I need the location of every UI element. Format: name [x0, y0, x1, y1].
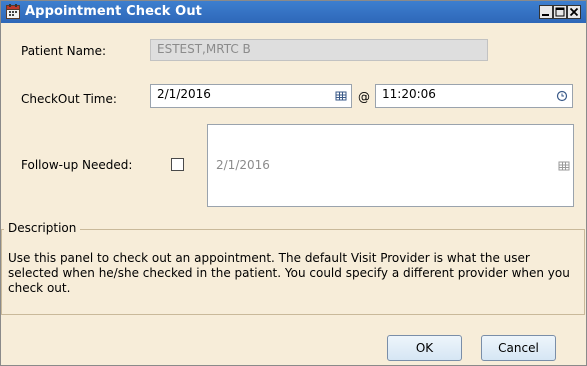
minimize-button[interactable] — [539, 5, 553, 19]
follow-up-date-field[interactable]: 2/1/2016 — [207, 124, 574, 207]
checkout-time-label: CheckOut Time: — [21, 92, 117, 106]
patient-name-label: Patient Name: — [21, 44, 107, 58]
ok-button[interactable]: OK — [387, 335, 462, 361]
window-title: Appointment Check Out — [25, 4, 202, 19]
checkout-date-field[interactable]: 2/1/2016 — [150, 84, 352, 108]
title-bar[interactable]: Appointment Check Out — [1, 1, 586, 23]
maximize-icon — [555, 7, 565, 17]
description-group: Description Use this panel to check out … — [1, 221, 585, 315]
cancel-button[interactable]: Cancel — [481, 335, 556, 361]
calendar-window-icon — [6, 4, 20, 19]
close-icon — [569, 7, 579, 17]
follow-up-label: Follow-up Needed: — [21, 158, 133, 172]
calendar-picker-icon[interactable] — [331, 86, 351, 106]
close-button[interactable] — [567, 5, 581, 19]
description-text: Use this panel to check out an appointme… — [8, 251, 570, 295]
at-separator: @ — [358, 90, 370, 104]
maximize-button[interactable] — [553, 5, 567, 19]
dialog-body: Patient Name: ESTEST,MRTC B CheckOut Tim… — [1, 23, 586, 365]
checkout-time-field[interactable]: 11:20:06 — [375, 84, 573, 108]
patient-name-field[interactable]: ESTEST,MRTC B — [150, 39, 488, 61]
checkout-dialog: Appointment Check Out Patient Name: ESTE… — [0, 0, 587, 366]
follow-up-calendar-icon[interactable] — [554, 156, 574, 176]
follow-up-checkbox[interactable] — [171, 158, 184, 171]
description-legend: Description — [4, 221, 81, 235]
clock-icon[interactable] — [552, 86, 572, 106]
minimize-icon — [542, 14, 549, 16]
